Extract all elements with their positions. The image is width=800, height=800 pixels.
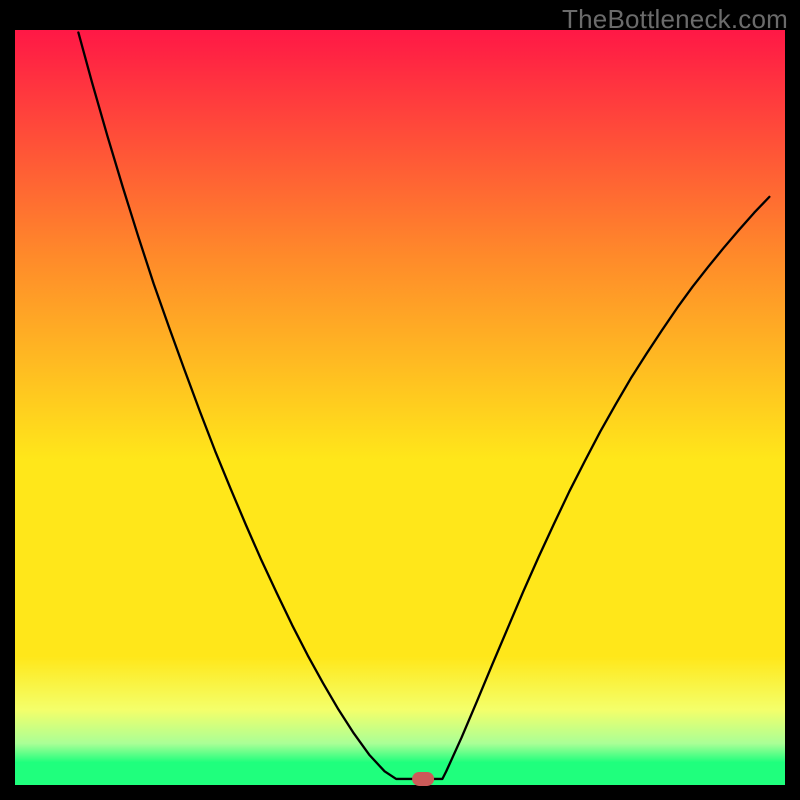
bottleneck-curve-chart bbox=[0, 0, 800, 800]
watermark-text: TheBottleneck.com bbox=[562, 4, 788, 35]
chart-container: { "watermark": "TheBottleneck.com", "cha… bbox=[0, 0, 800, 800]
optimum-marker bbox=[412, 772, 434, 786]
